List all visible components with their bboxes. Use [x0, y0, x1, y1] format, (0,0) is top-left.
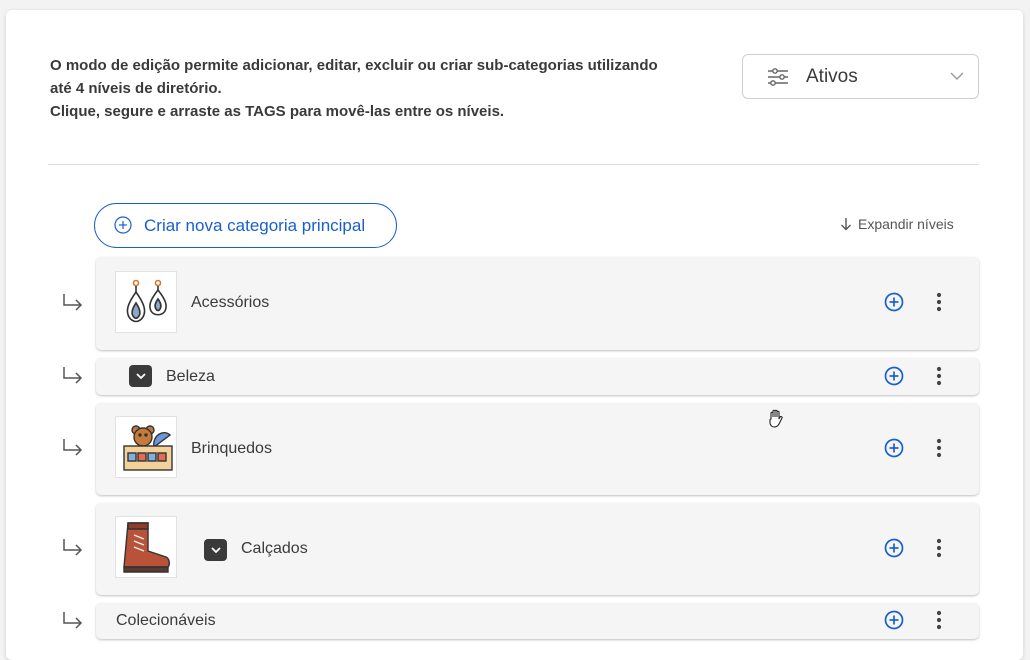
hand-cursor-icon: [769, 409, 783, 428]
plus-circle-icon: [114, 216, 132, 234]
category-editor-card: O modo de edição permite adicionar, edit…: [6, 10, 1023, 660]
instructions-line-1: O modo de edição permite adicionar, edit…: [50, 57, 658, 74]
level-arrow-icon: [63, 539, 83, 556]
category-row-brinquedos[interactable]: Brinquedos: [96, 403, 979, 495]
create-main-category-label: Criar nova categoria principal: [144, 216, 366, 235]
category-row-colecionaveis[interactable]: Colecionáveis: [96, 603, 979, 639]
more-options-icon[interactable]: [936, 366, 942, 386]
add-subcategory-icon[interactable]: [884, 610, 904, 630]
instructions-line-3: Clique, segure e arraste as TAGS para mo…: [50, 103, 505, 120]
chevron-down-icon: [210, 546, 221, 553]
category-label: Colecionáveis: [116, 612, 216, 629]
level-arrow-icon: [63, 612, 83, 629]
expand-levels-button[interactable]: Expandir níveis: [840, 216, 954, 232]
category-image-toy-box: [115, 416, 177, 478]
more-options-icon[interactable]: [936, 438, 942, 458]
more-options-icon[interactable]: [936, 610, 942, 630]
add-subcategory-icon[interactable]: [884, 538, 904, 558]
create-main-category-button[interactable]: Criar nova categoria principal: [94, 203, 397, 248]
expand-levels-label: Expandir níveis: [858, 216, 954, 232]
edit-mode-instructions: O modo de edição permite adicionar, edit…: [50, 54, 740, 123]
add-subcategory-icon[interactable]: [884, 438, 904, 458]
category-label: Calçados: [241, 540, 308, 557]
divider: [48, 164, 979, 165]
arrow-down-icon: [841, 218, 851, 231]
add-subcategory-icon[interactable]: [884, 292, 904, 312]
chevron-down-icon: [950, 72, 964, 80]
level-arrow-icon: [63, 367, 83, 384]
status-filter-value: Ativos: [806, 66, 858, 87]
category-row-beleza[interactable]: Beleza: [96, 358, 979, 395]
more-options-icon[interactable]: [936, 292, 942, 312]
expand-toggle[interactable]: [204, 539, 227, 561]
category-row-calcados[interactable]: Calçados: [96, 503, 979, 595]
category-label: Brinquedos: [191, 440, 272, 457]
level-arrow-icon: [63, 439, 83, 456]
add-subcategory-icon[interactable]: [884, 366, 904, 386]
sliders-icon: [768, 68, 788, 86]
category-label: Beleza: [166, 368, 215, 385]
category-image-earrings: [115, 271, 177, 333]
category-row-acessorios[interactable]: Acessórios: [96, 257, 979, 350]
category-label: Acessórios: [191, 294, 270, 311]
status-filter-select[interactable]: Ativos: [742, 54, 979, 99]
instructions-line-2: até 4 níveis de diretório.: [50, 80, 222, 97]
category-image-boot: [115, 516, 177, 578]
expand-toggle[interactable]: [129, 365, 152, 387]
more-options-icon[interactable]: [936, 538, 942, 558]
level-arrow-icon: [63, 294, 83, 311]
chevron-down-icon: [135, 372, 146, 379]
